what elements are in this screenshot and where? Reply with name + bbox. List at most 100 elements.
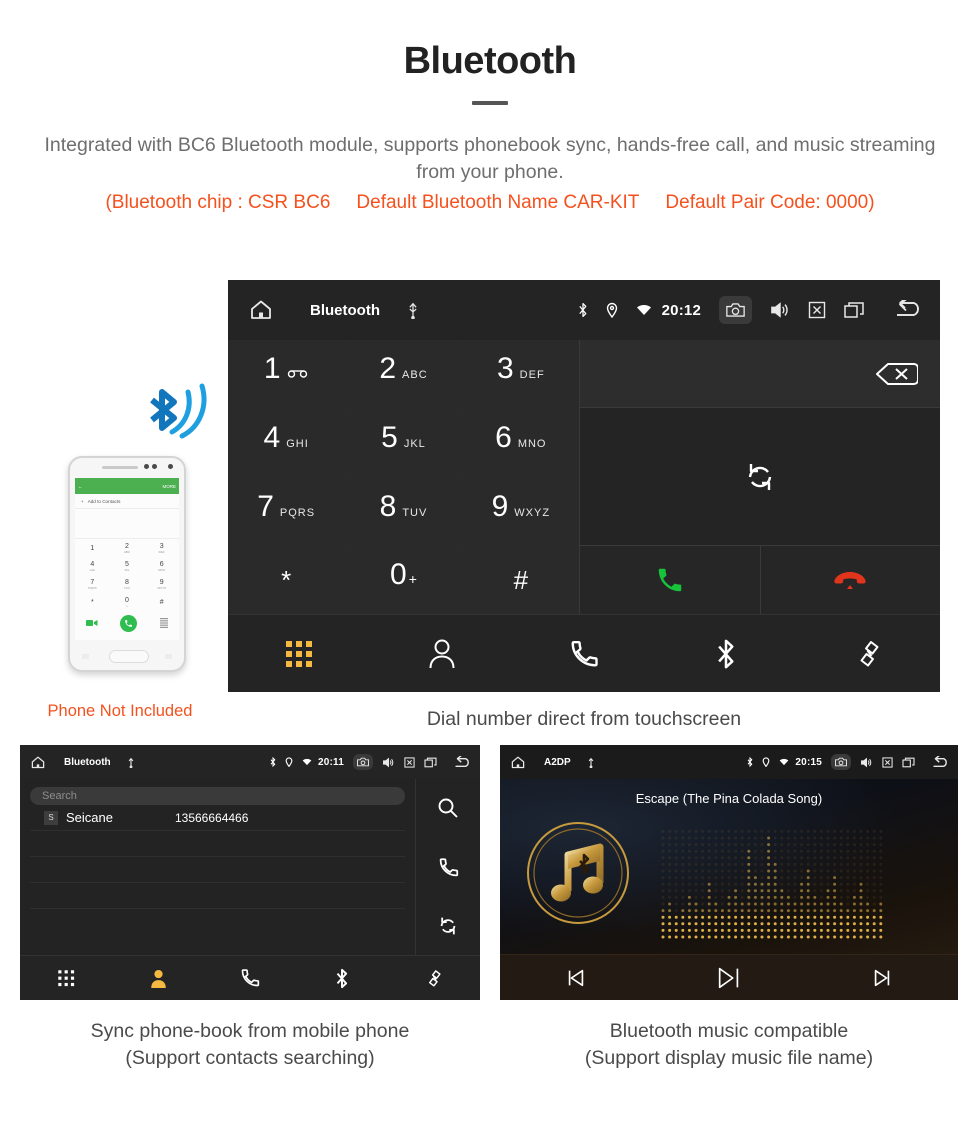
phone-back-key (165, 654, 172, 659)
phone-number-field (75, 509, 179, 539)
play-pause-button[interactable] (653, 965, 806, 991)
tab-contacts[interactable] (370, 638, 512, 670)
contact-initial-badge: S (44, 810, 58, 825)
phone-key: 6 MNO (158, 560, 166, 572)
key-hash[interactable]: # (462, 546, 579, 614)
phone-device: ← MORE + Add to Contacts 1 2 ABC 3 DEF 4 GH… (68, 456, 186, 672)
spec-pair-code: Default Pair Code: 0000) (665, 192, 875, 213)
phone-action-row (75, 611, 179, 635)
key-5[interactable]: 5 JKL (345, 408, 462, 477)
tab-call-history[interactable] (513, 639, 655, 669)
home-icon[interactable] (30, 755, 46, 770)
spec-chip: (Bluetooth chip : CSR BC6 (105, 192, 331, 213)
camera-icon[interactable] (353, 754, 373, 770)
previous-track-button[interactable] (500, 967, 653, 989)
sync-icon[interactable] (416, 896, 480, 955)
phonebook-head-unit: Bluetooth 20:11 Search S Seicane 1356666… (20, 745, 480, 1000)
close-box-icon[interactable] (808, 301, 826, 319)
music-caption-line2: (Support display music file name) (584, 1047, 874, 1069)
search-input[interactable]: Search (30, 787, 405, 805)
title-divider (472, 101, 508, 105)
music-head-unit: A2DP 20:15 Escape (The Pina Colada Song) (500, 745, 958, 1000)
phone-sensor (144, 464, 149, 469)
location-pin-icon (606, 302, 618, 318)
dot-matrix-equalizer (660, 827, 885, 942)
recent-apps-icon[interactable] (424, 757, 437, 768)
contact-list: Search S Seicane 13566664466 (20, 779, 416, 955)
key-star[interactable]: * (228, 546, 345, 614)
recent-apps-icon[interactable] (844, 301, 864, 319)
phone-video-call-icon (86, 619, 98, 627)
phonebook-status-bar: Bluetooth 20:11 (20, 745, 480, 779)
phone-screen: ← MORE + Add to Contacts 1 2 ABC 3 DEF 4 GH… (75, 478, 179, 640)
song-title: Escape (The Pina Colada Song) (635, 791, 823, 806)
volume-icon[interactable] (860, 757, 873, 768)
phone-key: 4 GHI (89, 560, 95, 572)
back-arrow-icon[interactable] (894, 300, 924, 320)
close-box-icon[interactable] (404, 756, 415, 768)
dialer-status-bar: Bluetooth 20:12 (228, 280, 940, 340)
wifi-icon (779, 758, 789, 766)
search-icon[interactable] (416, 779, 480, 838)
close-box-icon[interactable] (882, 756, 893, 768)
number-display[interactable] (580, 340, 940, 408)
call-history-icon[interactable] (416, 838, 480, 897)
volume-icon[interactable] (382, 757, 395, 768)
backspace-icon[interactable] (874, 361, 918, 387)
volume-icon[interactable] (770, 301, 790, 319)
back-arrow-icon[interactable] (931, 755, 950, 769)
call-button[interactable] (580, 546, 760, 614)
intro-text: Integrated with BC6 Bluetooth module, su… (44, 134, 936, 183)
dialer-head-unit: Bluetooth 20:12 1 2 ABC 3 DEF 4 GHI 5 JK… (228, 280, 940, 692)
phone-app-bar: ← MORE (75, 478, 179, 494)
music-title: A2DP (544, 756, 571, 768)
back-arrow-icon[interactable] (453, 755, 472, 769)
back-arrow-icon: ← (78, 483, 83, 489)
music-status-bar: A2DP 20:15 (500, 745, 958, 779)
phone-key: 1 (90, 544, 95, 552)
contact-row[interactable]: S Seicane 13566664466 (30, 805, 405, 831)
dialer-keypad-area: 1 2 ABC 3 DEF 4 GHI 5 JKL 6 MNO 7 PQRS 8 TUV 9W… (228, 340, 940, 614)
end-call-button[interactable] (759, 546, 940, 614)
tab-dialpad[interactable] (228, 639, 370, 669)
contact-row-empty (30, 883, 405, 909)
home-icon[interactable] (510, 755, 526, 770)
contact-number: 13566664466 (174, 810, 249, 825)
tab-dialpad[interactable] (20, 969, 112, 988)
key-9[interactable]: 9 WXYZ (462, 477, 579, 546)
phone-key: 3 DEF (158, 542, 165, 554)
tab-call-history[interactable] (204, 968, 296, 988)
tab-bluetooth[interactable] (296, 968, 388, 989)
next-track-button[interactable] (805, 967, 958, 989)
dialer-clock: 20:12 (661, 301, 701, 319)
phone-key: 5 JKL (124, 560, 130, 572)
phone-front-camera (168, 464, 173, 469)
music-controls (500, 954, 958, 1000)
tab-disconnect[interactable] (798, 638, 940, 670)
dialer-title: Bluetooth (310, 301, 380, 319)
recent-apps-icon[interactable] (902, 757, 915, 768)
home-icon[interactable] (248, 298, 274, 322)
key-3[interactable]: 3 DEF (462, 340, 579, 408)
key-6[interactable]: 6 MNO (462, 408, 579, 477)
camera-icon[interactable] (831, 754, 851, 770)
tab-bluetooth[interactable] (655, 638, 797, 670)
phone-keypad: 1 2 ABC 3 DEF 4 GHI 5 JKL 6 MNO 7 PQRS 8 TUV 9W… (75, 539, 179, 611)
phone-illustration: ← MORE + Add to Contacts 1 2 ABC 3 DEF 4 GH… (20, 380, 220, 725)
dialer-caption: Dial number direct from touchscreen (426, 708, 742, 730)
camera-icon[interactable] (719, 296, 752, 324)
tab-contacts[interactable] (112, 968, 204, 989)
sync-icon[interactable] (743, 460, 777, 494)
key-0[interactable]: 0 + (345, 546, 462, 614)
tab-disconnect[interactable] (388, 968, 480, 989)
key-8[interactable]: 8 TUV (345, 477, 462, 546)
key-7[interactable]: 7 PQRS (228, 477, 345, 546)
contact-row-empty (30, 831, 405, 857)
phone-not-included-label: Phone Not Included (47, 702, 193, 720)
phone-sensor (152, 464, 157, 469)
wifi-icon (636, 304, 652, 316)
phone-earpiece (102, 466, 138, 469)
key-1[interactable]: 1 (228, 340, 345, 408)
key-2[interactable]: 2 ABC (345, 340, 462, 408)
key-4[interactable]: 4 GHI (228, 408, 345, 477)
